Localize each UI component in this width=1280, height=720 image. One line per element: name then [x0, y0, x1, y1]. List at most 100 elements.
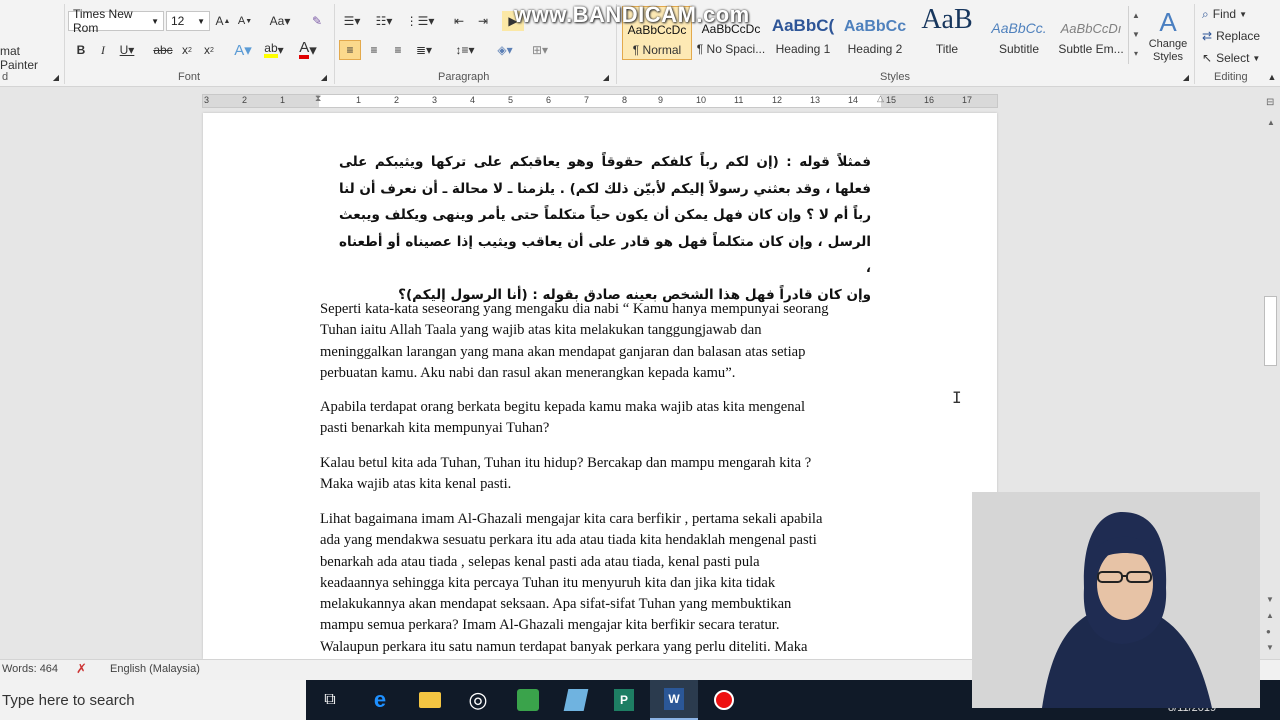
- arabic-line: فمثلاً قوله : (إن لكم رباً كلفكم حقوقاً …: [339, 154, 871, 170]
- ruler-tick: 8: [622, 95, 628, 105]
- publisher-icon[interactable]: P: [600, 680, 648, 720]
- app-icon-green[interactable]: [504, 680, 552, 720]
- chrome-icon[interactable]: ◎: [454, 680, 502, 720]
- task-view-icon[interactable]: ⧉: [306, 680, 354, 720]
- collapse-ribbon-icon[interactable]: ▲: [1266, 71, 1278, 83]
- ruler-tick: 2: [242, 95, 248, 105]
- ruler-tick: 17: [962, 95, 973, 105]
- proofing-icon[interactable]: ✗: [76, 661, 87, 677]
- ruler-tick: 11: [734, 95, 744, 105]
- select-button[interactable]: ↖ Select ▼: [1202, 48, 1272, 68]
- style-subtitle[interactable]: AaBbCc. Subtitle: [984, 6, 1054, 60]
- format-painter-button[interactable]: mat Painter: [0, 44, 60, 72]
- font-size-select[interactable]: 12 ▼: [166, 11, 210, 31]
- ruler-tick: 2: [394, 95, 400, 105]
- superscript-icon[interactable]: x2: [200, 40, 218, 60]
- scroll-nav-controls[interactable]: ▼ ▲ ● ▼: [1266, 592, 1274, 656]
- paragraph: Kalau betul kita ada Tuhan, Tuhan itu hi…: [320, 455, 812, 493]
- shrink-font-icon[interactable]: A ▼: [236, 11, 254, 31]
- ruler-tick: 13: [810, 95, 821, 105]
- view-ruler-button[interactable]: ⊟: [1262, 94, 1280, 108]
- font-name-select[interactable]: Times New Rom ▼: [68, 7, 164, 35]
- styles-launcher-icon[interactable]: ◢: [1180, 71, 1192, 83]
- right-indent-marker-icon[interactable]: △: [877, 93, 884, 104]
- style-title[interactable]: AaB Title: [912, 6, 982, 60]
- app-icon-blue[interactable]: [552, 680, 600, 720]
- bullets-icon[interactable]: ☰▾: [340, 11, 364, 31]
- binoculars-icon: ⌕: [1202, 6, 1209, 21]
- editing-group-label: Editing: [1214, 71, 1248, 83]
- scroll-up-icon[interactable]: ▲: [1262, 118, 1280, 127]
- vertical-scrollbar[interactable]: ▲: [1262, 108, 1280, 660]
- numbering-icon[interactable]: ☷▾: [372, 11, 396, 31]
- underline-icon[interactable]: U▾: [116, 40, 138, 60]
- change-styles-button[interactable]: A Change Styles: [1146, 6, 1190, 64]
- scrollbar-thumb[interactable]: [1264, 296, 1277, 366]
- ruler-tick: 15: [886, 95, 897, 105]
- word-icon[interactable]: W: [650, 680, 698, 720]
- grow-font-icon[interactable]: A ▲: [214, 11, 232, 31]
- decrease-indent-icon[interactable]: ⇤: [448, 11, 470, 31]
- bandicam-record-icon[interactable]: [700, 680, 748, 720]
- chevron-down-icon: ▼: [1252, 53, 1261, 63]
- change-case-icon[interactable]: Aa▾: [266, 11, 294, 31]
- shading-icon[interactable]: ◈▾: [492, 40, 518, 60]
- align-left-icon[interactable]: ≡: [339, 40, 361, 60]
- style-heading-2[interactable]: AaBbCc Heading 2: [840, 6, 910, 60]
- arabic-quote: فمثلاً قوله : (إن لكم رباً كلفكم حقوقاً …: [339, 149, 871, 308]
- chevron-down-icon: ▼: [151, 16, 159, 26]
- align-center-icon[interactable]: ≡: [363, 40, 385, 60]
- indent-marker-icon[interactable]: ⧗: [315, 93, 321, 104]
- ruler-tick: 1: [356, 95, 362, 105]
- text-effects-icon[interactable]: A▾: [232, 40, 254, 60]
- clear-formatting-icon[interactable]: ✎: [306, 11, 328, 31]
- increase-indent-icon[interactable]: ⇥: [472, 11, 494, 31]
- highlight-icon[interactable]: ab ▾: [262, 40, 286, 60]
- paragraph-launcher-icon[interactable]: ◢: [600, 71, 612, 83]
- borders-icon[interactable]: ⊞▾: [526, 40, 554, 60]
- replace-button[interactable]: ⇄ Replace: [1202, 26, 1272, 46]
- italic-icon[interactable]: I: [94, 40, 112, 60]
- arabic-line: رباً أم لا ؟ وإن كان فهل يمكن أن يكون حي…: [339, 207, 871, 223]
- presenter-video: [972, 492, 1260, 708]
- font-color-icon[interactable]: A ▾: [296, 40, 320, 60]
- align-right-icon[interactable]: ≡: [387, 40, 409, 60]
- ruler-tick: 9: [658, 95, 664, 105]
- ribbon: mat Painter d ◢ Times New Rom ▼ 12 ▼ A ▲ A ▼…: [0, 0, 1280, 87]
- style-heading-1[interactable]: AaBbC(Heading 1: [768, 6, 838, 60]
- search-input[interactable]: Type here to search: [2, 692, 135, 709]
- ruler-tick: 3: [204, 95, 210, 105]
- font-launcher-icon[interactable]: ◢: [318, 71, 330, 83]
- word-count[interactable]: Words: 464: [2, 663, 58, 675]
- bold-icon[interactable]: B: [72, 40, 90, 60]
- ruler-tick: 16: [924, 95, 935, 105]
- language-indicator[interactable]: English (Malaysia): [110, 663, 200, 675]
- paragraph-group-label: Paragraph: [438, 71, 490, 83]
- strikethrough-icon[interactable]: abc: [152, 40, 174, 60]
- styles-scroll-control[interactable]: ▲ ▼ ▾: [1128, 6, 1143, 64]
- arabic-line: فعلها ، وقد بعثني رسولاً إليكم لأبيّن ذل…: [339, 180, 871, 197]
- horizontal-ruler[interactable]: ⧗ △ 3 2 1 1 2 3 4 5 6 7 8 9 10 11 12 13 …: [202, 93, 998, 108]
- justify-icon[interactable]: ≣▾: [411, 40, 437, 60]
- paragraph: Lihat bagaimana imam Al-Ghazali mengajar…: [320, 511, 823, 655]
- file-explorer-icon[interactable]: [406, 680, 454, 720]
- line-spacing-icon[interactable]: ↕≡▾: [452, 40, 478, 60]
- paragraph: Apabila terdapat orang berkata begitu ke…: [320, 399, 806, 437]
- taskbar-search[interactable]: Type here to search: [0, 680, 306, 720]
- replace-icon: ⇄: [1202, 29, 1213, 43]
- style-subtle-emphasis[interactable]: AaBbCcDı Subtle Em...: [1056, 6, 1126, 60]
- document-page[interactable]: فمثلاً قوله : (إن لكم رباً كلفكم حقوقاً …: [203, 113, 997, 659]
- paragraph: Seperti kata-kata seseorang yang mengaku…: [320, 301, 829, 381]
- subscript-icon[interactable]: x2: [178, 40, 196, 60]
- ruler-tick: 14: [848, 95, 859, 105]
- edge-icon[interactable]: e: [356, 680, 404, 720]
- ruler-tick: 4: [470, 95, 476, 105]
- find-button[interactable]: ⌕ Find ▼: [1202, 4, 1262, 24]
- multilevel-list-icon[interactable]: ⋮☰▾: [406, 11, 435, 31]
- recording-watermark: www.BANDICAM.com: [514, 2, 750, 27]
- clipboard-launcher-icon[interactable]: ◢: [50, 71, 62, 83]
- ruler-tick: 12: [772, 95, 783, 105]
- ruler-tick: 3: [432, 95, 438, 105]
- ruler-tick: 6: [546, 95, 552, 105]
- text-cursor-icon: I: [952, 388, 962, 407]
